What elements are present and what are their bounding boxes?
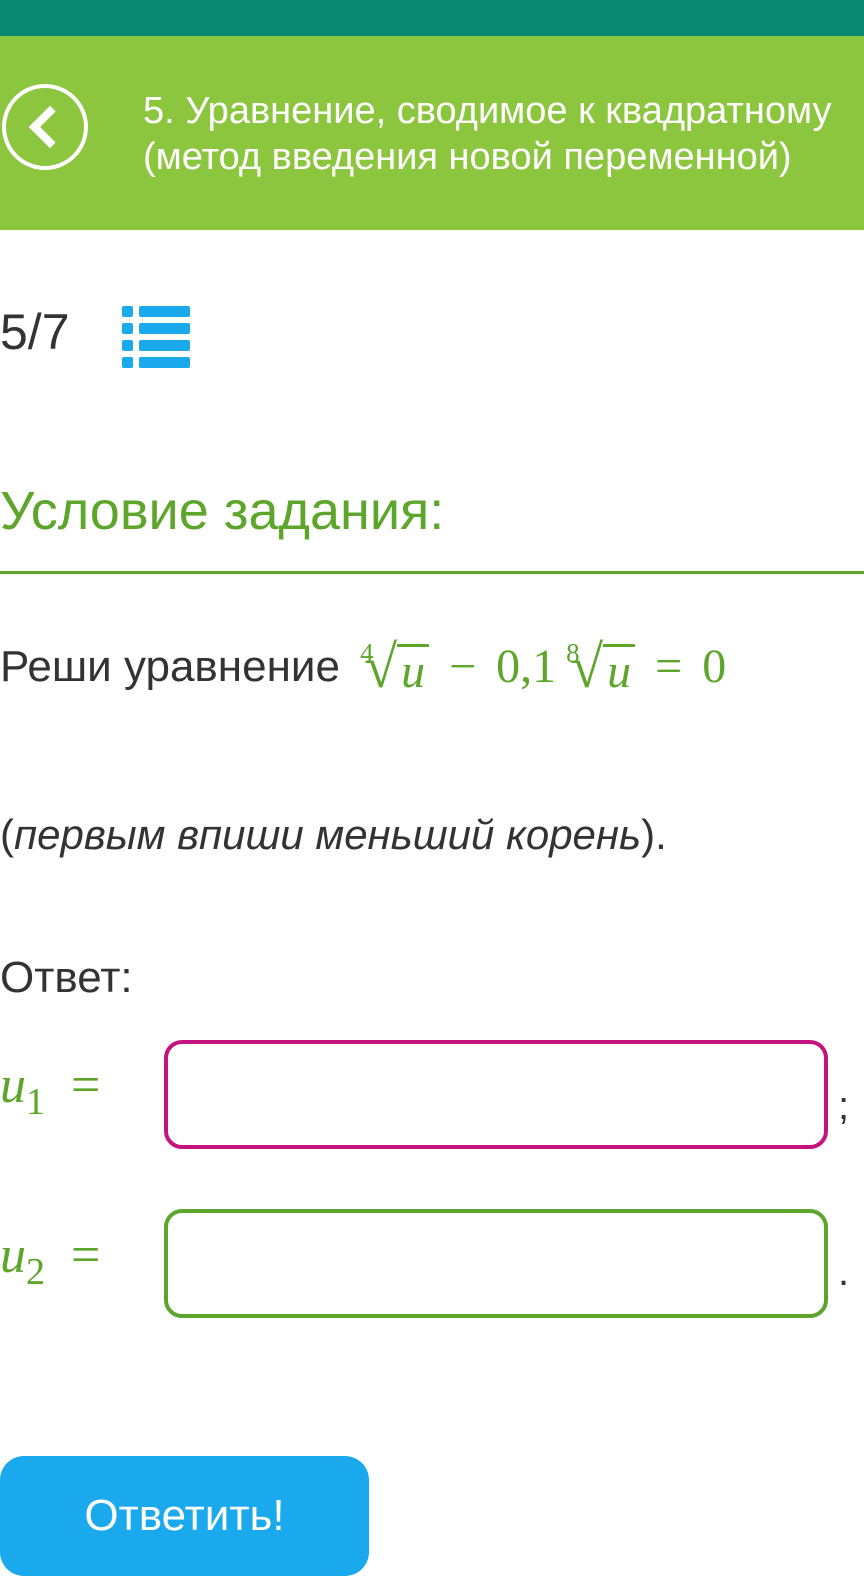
fourth-root: 4 √ u (360, 637, 430, 697)
chevron-left-icon (28, 105, 72, 149)
hint-text: первым впиши меньший корень (14, 811, 642, 858)
page-title-line-2: (метод введения новой переменной) (143, 136, 792, 178)
answer-input-1[interactable] (164, 1040, 828, 1149)
answer-separator-2: . (838, 1250, 850, 1294)
task-hint: (первым впиши меньший корень). (0, 811, 667, 858)
page-title-line-1: 5. Уравнение, сводимое к квадратному (143, 90, 832, 132)
answer-input-2[interactable] (164, 1209, 828, 1318)
eighth-root: 8 √ u (566, 637, 636, 697)
progress-counter: 5/7 (0, 304, 70, 360)
minus-sign: − (449, 640, 477, 693)
section-title: Условие задания: (0, 481, 445, 541)
equation-rhs: 0 (702, 640, 727, 693)
back-button[interactable] (2, 84, 88, 170)
task-prefix: Реши уравнение (0, 642, 353, 691)
radicand: u (603, 644, 636, 697)
equation: 4 √ u − 0,1 8 √ u = 0 (352, 637, 726, 697)
submit-answer-button[interactable]: Ответить! (0, 1456, 369, 1576)
answer-label: Ответ: (0, 953, 133, 1002)
section-divider (0, 571, 864, 574)
equals-sign: = (655, 640, 683, 693)
coefficient: 0,1 (496, 640, 557, 693)
answer-variable-1: u1 = (0, 1057, 101, 1123)
answer-variable-2: u2 = (0, 1227, 101, 1293)
radicand: u (397, 644, 430, 697)
answer-separator-1: ; (838, 1084, 850, 1128)
list-icon[interactable] (122, 306, 190, 368)
task-statement: Реши уравнение 4 √ u − 0,1 8 √ u = 0 (0, 637, 726, 697)
status-bar (0, 0, 864, 36)
root-index: 8 (566, 638, 580, 668)
header-bar: 5. Уравнение, сводимое к квадратному (ме… (0, 36, 864, 230)
root-index: 4 (360, 638, 374, 668)
page-title: 5. Уравнение, сводимое к квадратному (ме… (143, 88, 864, 180)
